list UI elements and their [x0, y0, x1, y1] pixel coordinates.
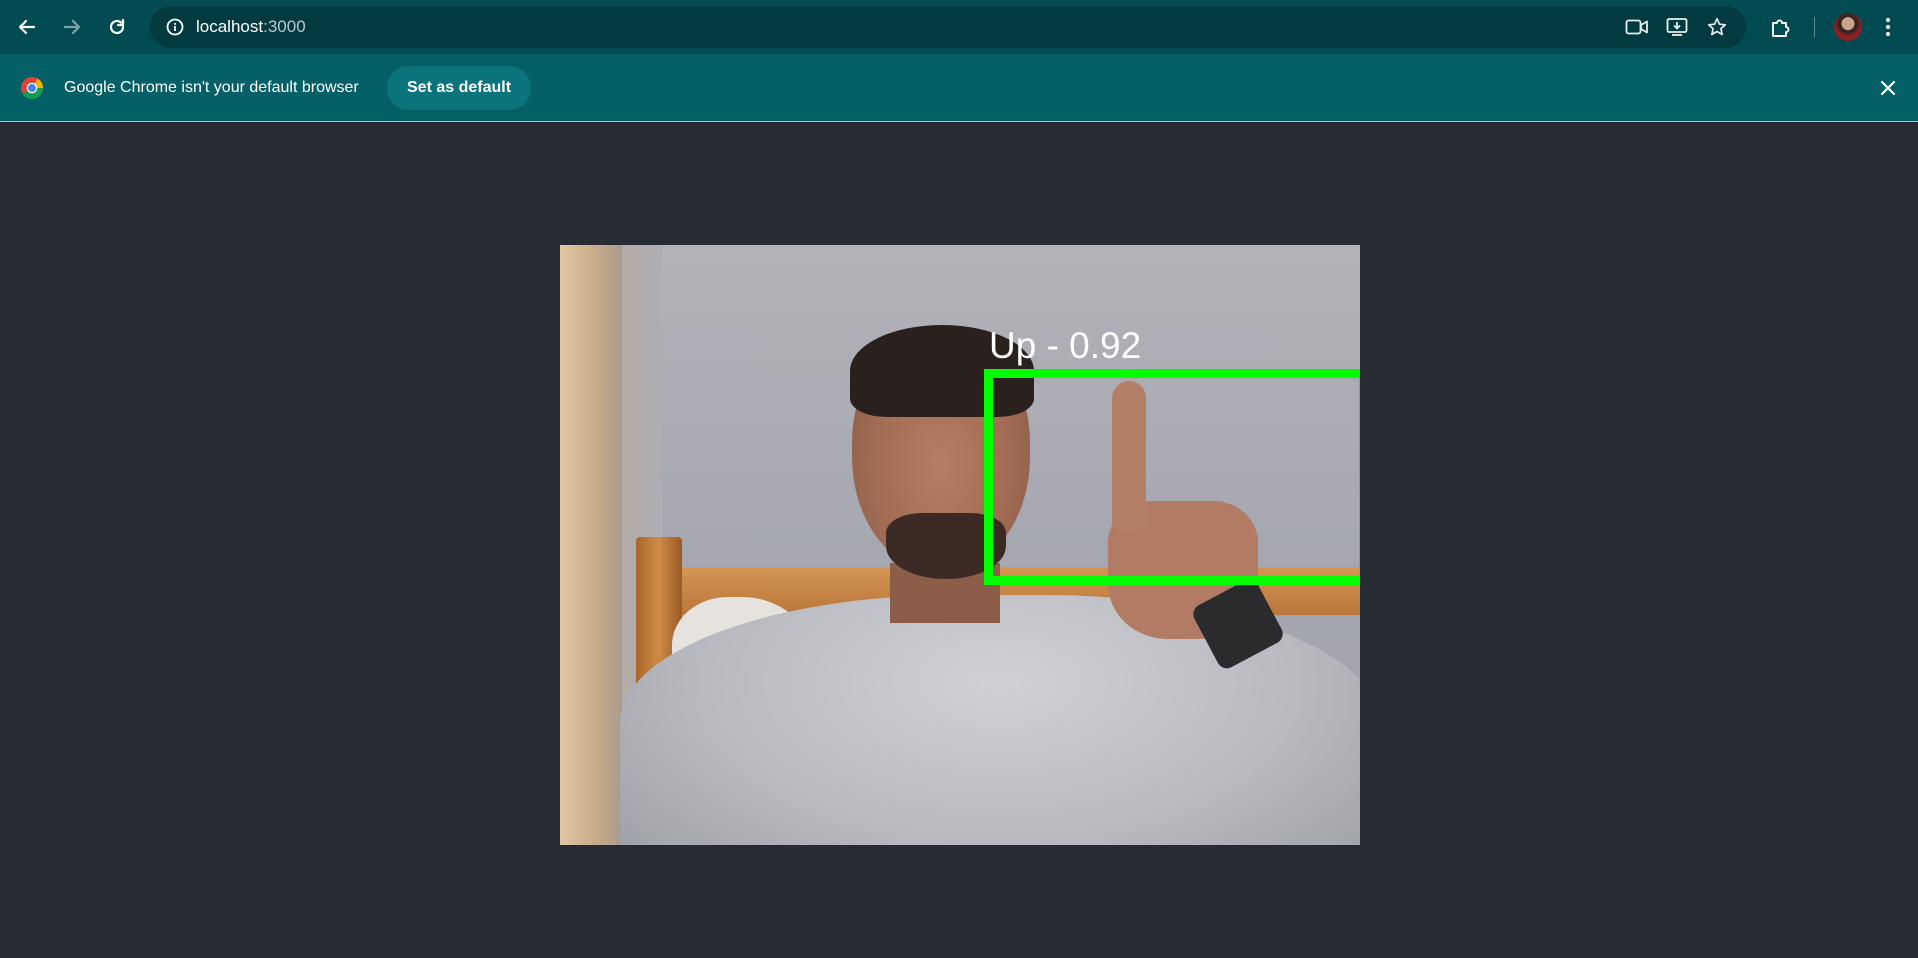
- address-bar[interactable]: localhost:3000: [150, 6, 1746, 48]
- site-info-icon: [166, 18, 184, 36]
- infobar-close-button[interactable]: [1872, 72, 1904, 104]
- set-as-default-button[interactable]: Set as default: [387, 66, 532, 110]
- reload-button[interactable]: [99, 9, 135, 45]
- default-browser-infobar: Google Chrome isn't your default browser…: [0, 54, 1918, 122]
- url-text[interactable]: localhost:3000: [196, 17, 306, 37]
- reload-icon: [109, 18, 125, 35]
- extensions-icon: [1772, 19, 1790, 37]
- webcam-video-frame: Up - 0.92: [560, 245, 1360, 845]
- forward-button[interactable]: [54, 9, 90, 45]
- detection-label: Up - 0.92: [989, 325, 1142, 366]
- menu-button[interactable]: [1870, 9, 1906, 45]
- toolbar-divider: [1814, 17, 1815, 37]
- extensions-button[interactable]: [1763, 9, 1799, 45]
- back-button[interactable]: [9, 9, 45, 45]
- background-wall: [560, 245, 622, 845]
- camera-in-use-button[interactable]: [1622, 12, 1652, 42]
- back-icon: [18, 19, 36, 35]
- menu-kebab-icon: [1886, 18, 1890, 36]
- install-app-button[interactable]: [1662, 12, 1692, 42]
- install-app-icon: [1666, 18, 1688, 36]
- url-port: :3000: [263, 17, 306, 36]
- url-host: localhost: [196, 17, 264, 36]
- bookmark-star-icon: [1707, 17, 1727, 36]
- close-icon: [1880, 80, 1896, 96]
- infobar-message: Google Chrome isn't your default browser: [64, 79, 359, 96]
- forward-icon: [63, 19, 81, 35]
- browser-toolbar: localhost:3000: [0, 0, 1918, 54]
- profile-avatar[interactable]: [1834, 13, 1862, 41]
- chrome-logo-icon: [21, 77, 43, 99]
- camera-icon: [1625, 19, 1648, 35]
- bookmark-button[interactable]: [1702, 12, 1732, 42]
- detection-bounding-box: [984, 369, 1360, 585]
- site-info-button[interactable]: [160, 12, 190, 42]
